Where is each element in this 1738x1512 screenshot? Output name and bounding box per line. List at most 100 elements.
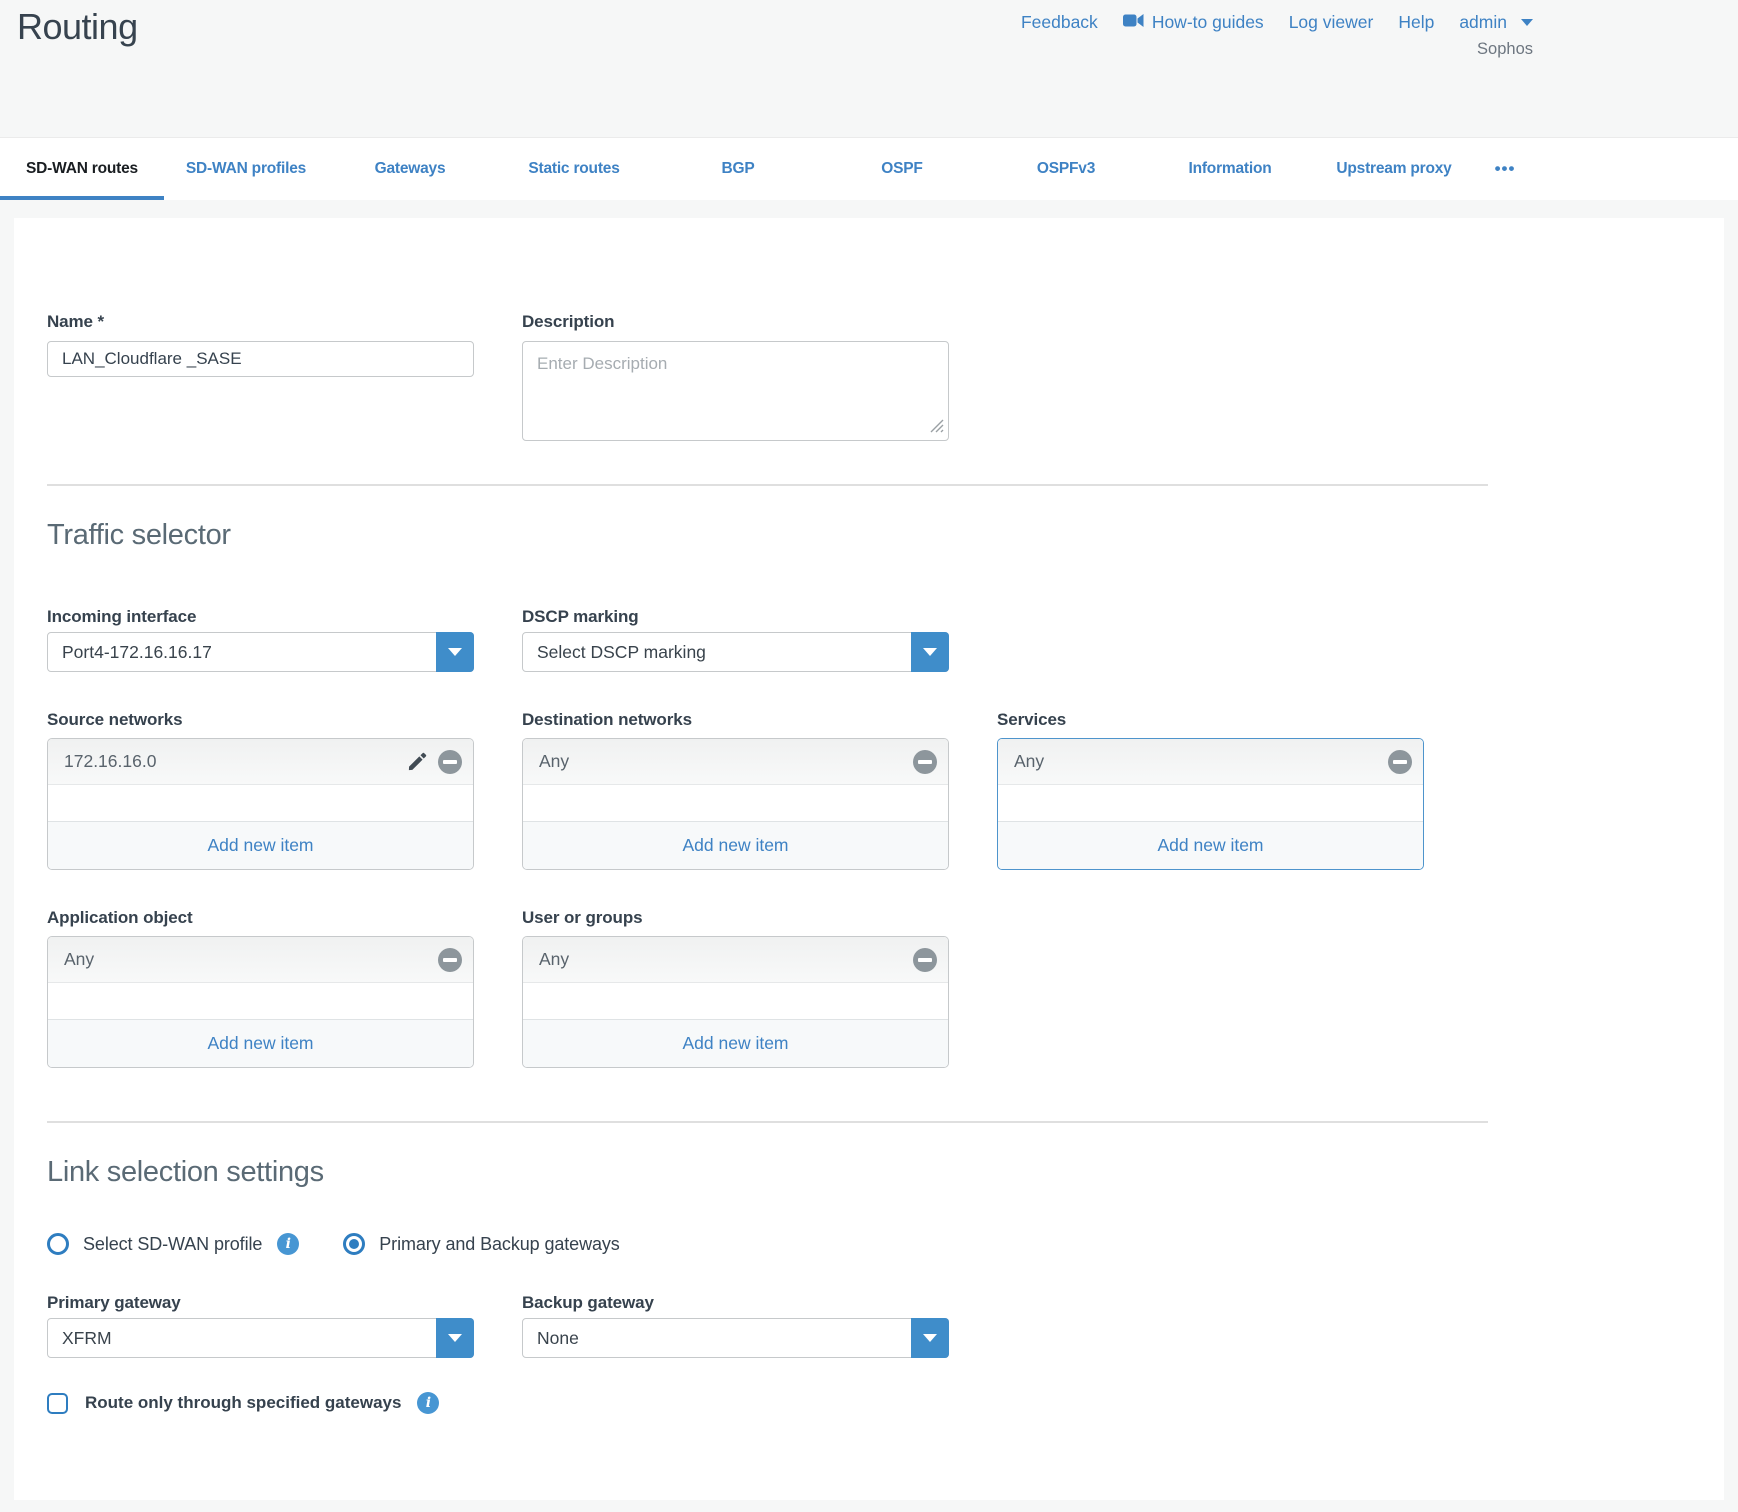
page-header: Routing Feedback How-to guides Log viewe…: [0, 0, 1738, 137]
sdwan-profile-radio[interactable]: [47, 1233, 69, 1255]
list-item: Any: [523, 739, 948, 785]
tab-sdwan-routes[interactable]: SD-WAN routes: [0, 138, 164, 200]
admin-menu[interactable]: admin: [1459, 12, 1533, 33]
name-input[interactable]: [47, 341, 474, 377]
info-icon[interactable]: i: [277, 1233, 299, 1255]
name-label: Name *: [47, 312, 474, 332]
services-label: Services: [997, 710, 1424, 730]
dscp-marking-label: DSCP marking: [522, 607, 949, 627]
video-camera-icon: [1123, 12, 1144, 33]
chevron-down-icon: [923, 1334, 937, 1342]
brand-label: Sophos: [1021, 40, 1533, 59]
info-icon[interactable]: i: [417, 1392, 439, 1414]
listbox-body: [523, 785, 948, 821]
incoming-interface-label: Incoming interface: [47, 607, 474, 627]
user-groups-label: User or groups: [522, 908, 949, 928]
log-viewer-link[interactable]: Log viewer: [1289, 12, 1374, 33]
incoming-interface-value: Port4-172.16.16.17: [62, 642, 212, 663]
link-selection-radios: Select SD-WAN profile i Primary and Back…: [47, 1233, 1724, 1255]
traffic-selector-heading: Traffic selector: [47, 517, 1724, 553]
description-label: Description: [522, 312, 949, 332]
section-divider: [47, 1121, 1488, 1123]
dscp-marking-value: Select DSCP marking: [537, 642, 706, 663]
remove-item-icon[interactable]: [1388, 750, 1412, 774]
listbox-body: [48, 983, 473, 1019]
backup-gateway-value: None: [537, 1328, 579, 1349]
interface-dscp-selects: Port4-172.16.16.17 Select DSCP marking: [47, 632, 1724, 672]
networks-boxes: 172.16.16.0 Add new item Any: [47, 738, 1724, 870]
tab-bgp[interactable]: BGP: [656, 138, 820, 200]
routing-page: { "header": { "title": "Routing", "links…: [0, 0, 1738, 1512]
incoming-interface-select[interactable]: Port4-172.16.16.17: [47, 632, 474, 672]
list-item-text: Any: [1014, 751, 1044, 772]
feedback-link[interactable]: Feedback: [1021, 12, 1098, 33]
tab-information[interactable]: Information: [1148, 138, 1312, 200]
add-new-item-button[interactable]: Add new item: [523, 1019, 948, 1067]
gateway-labels: Primary gateway Backup gateway: [47, 1293, 1724, 1313]
chevron-down-icon: [448, 1334, 462, 1342]
networks-labels: Source networks Destination networks Ser…: [47, 710, 1724, 730]
remove-item-icon[interactable]: [913, 948, 937, 972]
edit-icon[interactable]: [406, 750, 429, 773]
tab-ospf[interactable]: OSPF: [820, 138, 984, 200]
chevron-down-icon: [1521, 19, 1533, 26]
list-item-text: 172.16.16.0: [64, 751, 156, 772]
listbox-body: [48, 785, 473, 821]
application-object-listbox: Any Add new item: [47, 936, 474, 1068]
services-listbox: Any Add new item: [997, 738, 1424, 870]
interface-dscp-labels: Incoming interface DSCP marking: [47, 607, 1724, 627]
remove-item-icon[interactable]: [913, 750, 937, 774]
section-divider: [47, 484, 1488, 486]
list-item-text: Any: [539, 751, 569, 772]
remove-item-icon[interactable]: [438, 750, 462, 774]
destination-networks-listbox: Any Add new item: [522, 738, 949, 870]
help-link[interactable]: Help: [1398, 12, 1434, 33]
howto-guides-link[interactable]: How-to guides: [1123, 12, 1264, 33]
backup-gateway-label: Backup gateway: [522, 1293, 949, 1313]
listbox-body: [523, 983, 948, 1019]
application-object-label: Application object: [47, 908, 474, 928]
add-new-item-button[interactable]: Add new item: [523, 821, 948, 869]
description-input[interactable]: [522, 341, 949, 441]
routing-tabbar: SD-WAN routes SD-WAN profiles Gateways S…: [0, 137, 1738, 200]
resize-handle-icon[interactable]: [930, 419, 944, 438]
tab-gateways[interactable]: Gateways: [328, 138, 492, 200]
chevron-down-icon: [923, 648, 937, 656]
sdwan-profile-radio-label: Select SD-WAN profile: [83, 1234, 262, 1255]
tab-static-routes[interactable]: Static routes: [492, 138, 656, 200]
header-links: Feedback How-to guides Log viewer Help a…: [1021, 12, 1533, 33]
source-networks-listbox: 172.16.16.0 Add new item: [47, 738, 474, 870]
dropdown-button[interactable]: [436, 632, 474, 672]
tab-sdwan-profiles[interactable]: SD-WAN profiles: [164, 138, 328, 200]
primary-gateway-select[interactable]: XFRM: [47, 1318, 474, 1358]
route-only-checkbox[interactable]: [47, 1393, 68, 1414]
route-only-checkbox-label: Route only through specified gateways: [85, 1393, 401, 1413]
tab-ospfv3[interactable]: OSPFv3: [984, 138, 1148, 200]
source-networks-label: Source networks: [47, 710, 474, 730]
add-new-item-button[interactable]: Add new item: [48, 821, 473, 869]
route-only-row: Route only through specified gateways i: [47, 1392, 1724, 1414]
backup-gateway-select[interactable]: None: [522, 1318, 949, 1358]
name-description-row: Name * Description: [47, 312, 1724, 446]
primary-backup-gateways-radio-label: Primary and Backup gateways: [379, 1234, 619, 1255]
dscp-marking-select[interactable]: Select DSCP marking: [522, 632, 949, 672]
primary-backup-gateways-radio[interactable]: [343, 1233, 365, 1255]
add-new-item-button[interactable]: Add new item: [998, 821, 1423, 869]
listbox-body: [998, 785, 1423, 821]
add-new-item-button[interactable]: Add new item: [48, 1019, 473, 1067]
gateway-selects: XFRM None: [47, 1318, 1724, 1358]
page-title: Routing: [17, 6, 138, 48]
remove-item-icon[interactable]: [438, 948, 462, 972]
dropdown-button[interactable]: [436, 1318, 474, 1358]
list-item: Any: [523, 937, 948, 983]
list-item: Any: [998, 739, 1423, 785]
tab-upstream-proxy[interactable]: Upstream proxy: [1312, 138, 1476, 200]
dropdown-button[interactable]: [911, 1318, 949, 1358]
tab-overflow-more[interactable]: •••: [1476, 138, 1534, 200]
header-right: Feedback How-to guides Log viewer Help a…: [1021, 12, 1533, 59]
user-groups-listbox: Any Add new item: [522, 936, 949, 1068]
list-item-text: Any: [539, 949, 569, 970]
dropdown-button[interactable]: [911, 632, 949, 672]
destination-networks-label: Destination networks: [522, 710, 949, 730]
sdwan-route-form: Name * Description Traffic selector Inco…: [14, 218, 1724, 1500]
